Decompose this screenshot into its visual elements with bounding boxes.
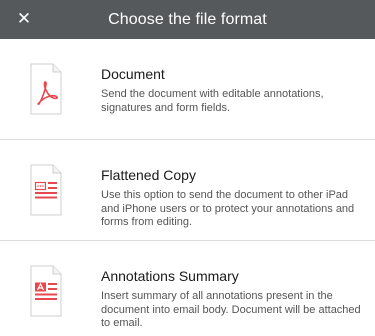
option-title: Document: [101, 66, 165, 82]
option-description: Send the document with editable annotati…: [101, 88, 324, 114]
close-icon[interactable]: ✕: [14, 9, 34, 29]
option-title: Annotations Summary: [101, 268, 239, 284]
annotations-summary-icon: [30, 265, 62, 317]
option-flattened-copy[interactable]: Flattened Copy Use this option to send t…: [0, 140, 375, 241]
format-options-list: Document Send the document with editable…: [0, 39, 375, 336]
pdf-document-icon: [30, 63, 62, 115]
dialog-title: Choose the file format: [108, 10, 267, 28]
option-annotations-summary[interactable]: Annotations Summary Insert summary of al…: [0, 241, 375, 336]
option-title: Flattened Copy: [101, 167, 196, 183]
dialog-header: ✕ Choose the file format: [0, 0, 375, 39]
file-format-dialog: ✕ Choose the file format Document Send t…: [0, 0, 375, 336]
flattened-copy-icon: [30, 164, 62, 216]
option-description: Use this option to send the document to …: [101, 189, 355, 228]
option-description: Insert summary of all annotations presen…: [101, 290, 361, 329]
option-document[interactable]: Document Send the document with editable…: [0, 39, 375, 140]
